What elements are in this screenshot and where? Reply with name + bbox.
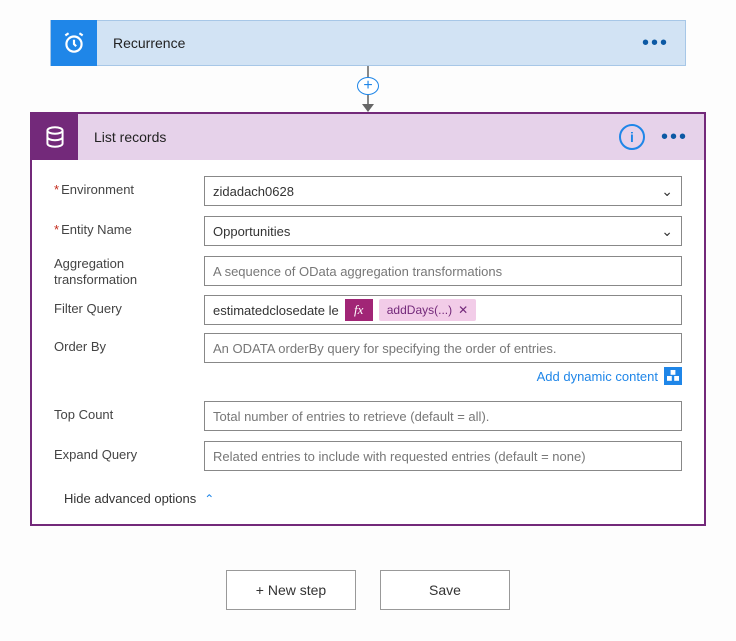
entity-name-value: Opportunities xyxy=(213,224,290,239)
save-button[interactable]: Save xyxy=(380,570,510,610)
more-menu-icon[interactable]: ••• xyxy=(626,38,685,48)
dynamic-content-toggle[interactable] xyxy=(664,367,682,385)
add-dynamic-content-link[interactable]: Add dynamic content xyxy=(537,369,658,384)
more-menu-icon[interactable]: ••• xyxy=(655,132,704,142)
new-step-button[interactable]: + New step xyxy=(226,570,356,610)
entity-name-select[interactable]: Opportunities ⌄ xyxy=(204,216,682,246)
database-icon xyxy=(32,114,78,160)
chevron-up-icon: ⌃ xyxy=(204,492,214,506)
list-records-title: List records xyxy=(78,129,619,145)
insert-step-button[interactable]: + xyxy=(357,77,379,95)
remove-token-icon[interactable]: ✕ xyxy=(458,303,468,317)
recurrence-title: Recurrence xyxy=(97,35,626,51)
chevron-down-icon: ⌄ xyxy=(661,223,673,240)
arrow-down-icon xyxy=(362,104,374,112)
order-by-label: Order By xyxy=(54,333,204,355)
filter-query-input[interactable]: estimatedclosedate le fx addDays(...) ✕ xyxy=(204,295,682,325)
top-count-label: Top Count xyxy=(54,401,204,423)
fx-icon: fx xyxy=(345,299,373,321)
info-icon[interactable]: i xyxy=(619,124,645,150)
expand-query-label: Expand Query xyxy=(54,441,204,463)
chevron-down-icon: ⌄ xyxy=(661,183,673,200)
environment-select[interactable]: zidadach0628 ⌄ xyxy=(204,176,682,206)
connector: + xyxy=(30,66,706,112)
clock-icon xyxy=(51,20,97,66)
entity-name-label: *Entity Name xyxy=(54,216,204,238)
order-by-input[interactable]: An ODATA orderBy query for specifying th… xyxy=(204,333,682,363)
top-count-input[interactable]: Total number of entries to retrieve (def… xyxy=(204,401,682,431)
environment-label: *Environment xyxy=(54,176,204,198)
hide-advanced-toggle[interactable]: Hide advanced options ⌃ xyxy=(64,491,214,506)
list-records-card: List records i ••• *Environment zidadach… xyxy=(30,112,706,526)
expression-token[interactable]: addDays(...) ✕ xyxy=(379,299,476,321)
aggregation-input[interactable]: A sequence of OData aggregation transfor… xyxy=(204,256,682,286)
filter-query-pretext: estimatedclosedate le xyxy=(213,303,339,318)
aggregation-label: Aggregation transformation xyxy=(54,256,204,287)
environment-value: zidadach0628 xyxy=(213,184,294,199)
list-records-header[interactable]: List records i ••• xyxy=(32,114,704,160)
filter-query-label: Filter Query xyxy=(54,295,204,317)
recurrence-card[interactable]: Recurrence ••• xyxy=(50,20,686,66)
expand-query-input[interactable]: Related entries to include with requeste… xyxy=(204,441,682,471)
